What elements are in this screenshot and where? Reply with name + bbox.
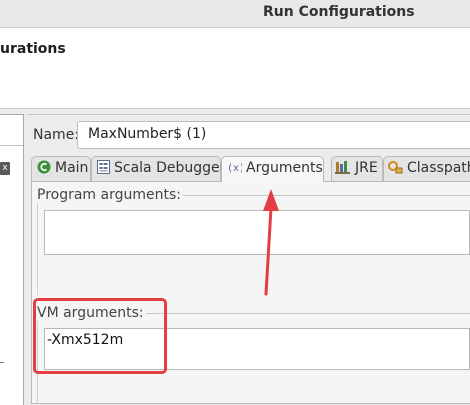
annotation-arrow-icon — [263, 189, 279, 296]
svg-text:(x): (x) — [227, 163, 242, 174]
tab-arguments[interactable]: (x) Arguments — [221, 156, 324, 182]
tab-arguments-label: Arguments — [246, 160, 323, 176]
variable-x-icon: (x) — [227, 161, 245, 178]
